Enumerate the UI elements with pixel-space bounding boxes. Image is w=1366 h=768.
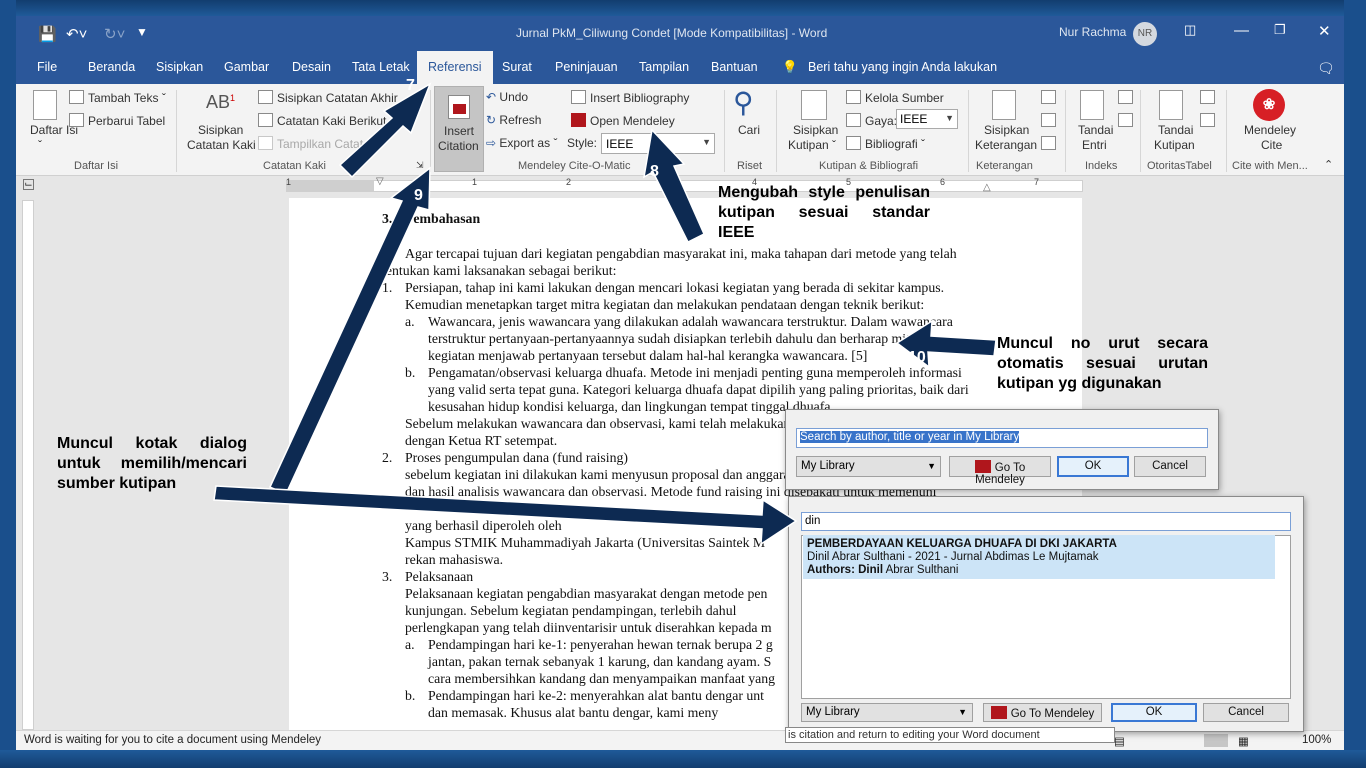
annotation-line: sumber kutipan [57,475,177,492]
annotation-numbering-note: Muncul no urut secara otomatis sesuai ur… [997,334,1208,394]
annotation-line: untuk memilih/mencari [57,455,247,472]
annotation-line: Mengubah style penulisan [718,184,930,201]
annotation-line: kutipan sesuai standar [718,204,930,221]
annotation-line: IEEE [718,224,755,241]
annotation-line: Muncul no urut secara [997,335,1208,352]
arrow-7 [338,82,432,179]
annotation-number-7: 7 [406,77,415,94]
annotation-style-note: Mengubah style penulisan kutipan sesuai … [718,183,930,243]
arrow-9 [268,166,431,495]
annotation-number-10: 10 [908,349,926,366]
annotation-line: otomatis sesuai urutan [997,355,1208,372]
annotation-line: Muncul kotak dialog [57,435,247,452]
arrow-8 [642,128,705,244]
arrow-dialog [213,485,798,546]
annotation-line: kutipan yg digunakan [997,375,1162,392]
annotation-number-9: 9 [414,187,423,204]
annotation-number-8: 8 [650,163,659,180]
annotation-dialog-note: Muncul kotak dialog untuk memilih/mencar… [57,434,247,494]
